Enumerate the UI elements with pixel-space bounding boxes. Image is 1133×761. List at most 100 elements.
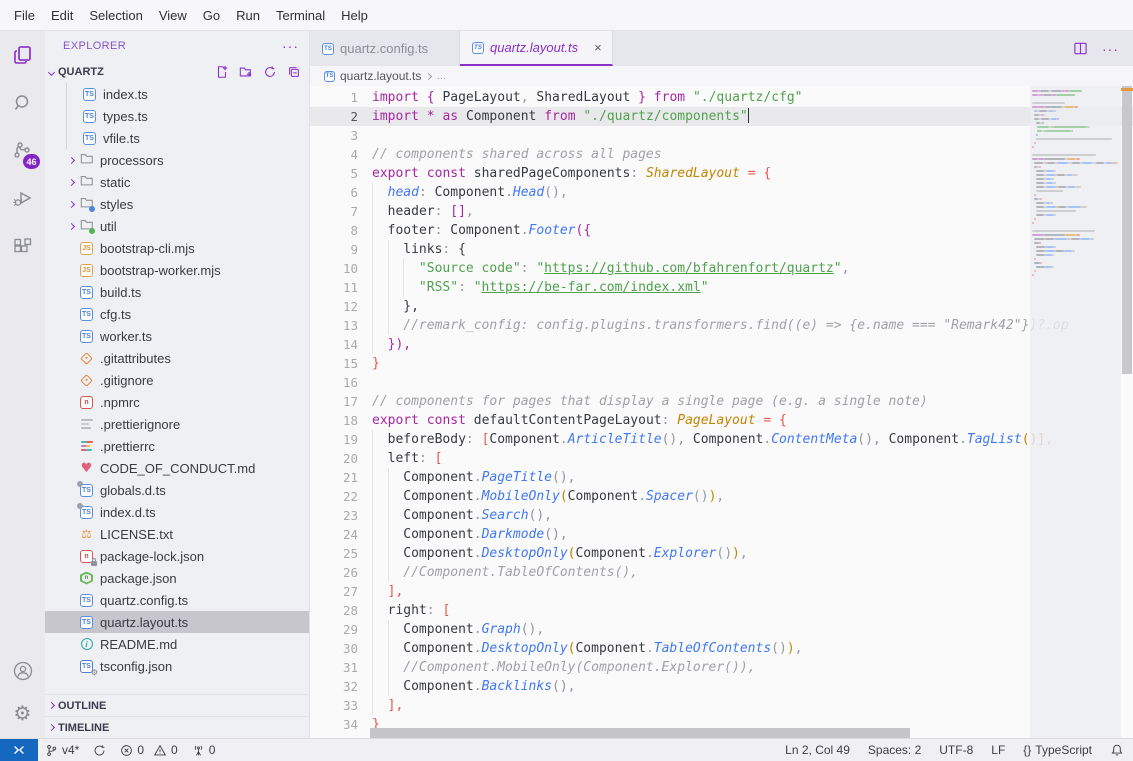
- code-line[interactable]: 5export const sharedPageComponents: Shar…: [310, 164, 1133, 183]
- language-mode[interactable]: {}TypeScript: [1014, 743, 1101, 757]
- tree-item[interactable]: TSvfile.ts: [45, 127, 309, 149]
- code-line[interactable]: 26//Component.TableOfContents(),: [310, 563, 1133, 582]
- code-line[interactable]: 13//remark_config: config.plugins.transf…: [310, 316, 1133, 335]
- cursor-position[interactable]: Ln 2, Col 49: [776, 743, 859, 757]
- tree-item[interactable]: TSworker.ts: [45, 325, 309, 347]
- tree-item[interactable]: n.npmrc: [45, 391, 309, 413]
- indentation[interactable]: Spaces: 2: [859, 743, 930, 757]
- split-editor-icon[interactable]: [1073, 41, 1088, 56]
- menu-item-help[interactable]: Help: [333, 4, 376, 27]
- code-line[interactable]: 32Component.Backlinks(),: [310, 677, 1133, 696]
- editor-more-icon[interactable]: ···: [1102, 41, 1119, 57]
- problems-status[interactable]: 0 0: [113, 739, 184, 761]
- settings-gear-icon[interactable]: ⚙: [0, 692, 45, 734]
- tree-item[interactable]: processors: [45, 149, 309, 171]
- code-line[interactable]: 18export const defaultContentPageLayout:…: [310, 411, 1133, 430]
- eol-sequence[interactable]: LF: [982, 743, 1014, 757]
- tree-item[interactable]: .prettierignore: [45, 413, 309, 435]
- menu-item-edit[interactable]: Edit: [43, 4, 81, 27]
- code-line[interactable]: 2import * as Component from "./quartz/co…: [310, 107, 1133, 126]
- tree-item[interactable]: TSquartz.config.ts: [45, 589, 309, 611]
- code-line[interactable]: 10"Source code": "https://github.com/bfa…: [310, 259, 1133, 278]
- menu-item-terminal[interactable]: Terminal: [268, 4, 333, 27]
- vertical-scrollbar[interactable]: [1121, 86, 1133, 738]
- menu-item-selection[interactable]: Selection: [81, 4, 150, 27]
- notifications-bell-icon[interactable]: [1101, 743, 1133, 757]
- tree-item[interactable]: styles: [45, 193, 309, 215]
- code-line[interactable]: 31//Component.MobileOnly(Component.Explo…: [310, 658, 1133, 677]
- code-line[interactable]: 12},: [310, 297, 1133, 316]
- tree-item[interactable]: util: [45, 215, 309, 237]
- code-line[interactable]: 11"RSS": "https://be-far.com/index.xml": [310, 278, 1133, 297]
- encoding[interactable]: UTF-8: [930, 743, 982, 757]
- sidebar-section-outline[interactable]: OUTLINE: [45, 694, 309, 716]
- new-folder-icon[interactable]: [239, 65, 253, 79]
- sidebar-section-timeline[interactable]: TIMELINE: [45, 716, 309, 738]
- project-section-header[interactable]: QUARTZ: [45, 61, 309, 83]
- close-icon[interactable]: ×: [594, 40, 602, 55]
- code-line[interactable]: 23Component.Search(),: [310, 506, 1133, 525]
- code-line[interactable]: 27],: [310, 582, 1133, 601]
- ports-status[interactable]: 0: [185, 739, 223, 761]
- tree-item[interactable]: TSbuild.ts: [45, 281, 309, 303]
- code-line[interactable]: 7header: [],: [310, 202, 1133, 221]
- account-icon[interactable]: [0, 650, 45, 692]
- tree-item[interactable]: TSquartz.layout.ts: [45, 611, 309, 633]
- code-line[interactable]: 9links: {: [310, 240, 1133, 259]
- code-line[interactable]: 25Component.DesktopOnly(Component.Explor…: [310, 544, 1133, 563]
- code-line[interactable]: 21Component.PageTitle(),: [310, 468, 1133, 487]
- code-line[interactable]: 6head: Component.Head(),: [310, 183, 1133, 202]
- extensions-icon[interactable]: [0, 223, 45, 271]
- code-line[interactable]: 1import { PageLayout, SharedLayout } fro…: [310, 88, 1133, 107]
- source-control-icon[interactable]: 46: [0, 127, 45, 175]
- code-line[interactable]: 24Component.Darkmode(),: [310, 525, 1133, 544]
- search-icon[interactable]: [0, 79, 45, 127]
- collapse-all-icon[interactable]: [287, 65, 301, 79]
- code-line[interactable]: 28right: [: [310, 601, 1133, 620]
- code-line[interactable]: 17// components for pages that display a…: [310, 392, 1133, 411]
- tree-item[interactable]: JSbootstrap-worker.mjs: [45, 259, 309, 281]
- code-line[interactable]: 29Component.Graph(),: [310, 620, 1133, 639]
- menu-item-file[interactable]: File: [6, 4, 43, 27]
- tree-item[interactable]: .prettierrc: [45, 435, 309, 457]
- tab-quartz.layout.ts[interactable]: TSquartz.layout.ts×: [460, 31, 613, 66]
- horizontal-scrollbar[interactable]: [358, 728, 1030, 738]
- tree-item[interactable]: iREADME.md: [45, 633, 309, 655]
- run-debug-icon[interactable]: [0, 175, 45, 223]
- sync-status[interactable]: [86, 739, 113, 761]
- code-line[interactable]: 20left: [: [310, 449, 1133, 468]
- tree-item[interactable]: TSindex.d.ts: [45, 501, 309, 523]
- tree-item[interactable]: ⚖LICENSE.txt: [45, 523, 309, 545]
- breadcrumb-file[interactable]: quartz.layout.ts: [340, 69, 421, 83]
- tree-item[interactable]: TSindex.ts: [45, 83, 309, 105]
- tree-item[interactable]: npackage-lock.json: [45, 545, 309, 567]
- tree-item[interactable]: JSbootstrap-cli.mjs: [45, 237, 309, 259]
- sidebar-more-icon[interactable]: ···: [282, 38, 299, 54]
- code-line[interactable]: 33],: [310, 696, 1133, 715]
- tab-quartz.config.ts[interactable]: TSquartz.config.ts: [310, 31, 460, 66]
- code-line[interactable]: 8footer: Component.Footer({: [310, 221, 1133, 240]
- menu-item-run[interactable]: Run: [228, 4, 268, 27]
- tree-item[interactable]: TScfg.ts: [45, 303, 309, 325]
- code-line[interactable]: 15}: [310, 354, 1133, 373]
- tree-item[interactable]: static: [45, 171, 309, 193]
- code-line[interactable]: 22Component.MobileOnly(Component.Spacer(…: [310, 487, 1133, 506]
- code-editor[interactable]: 1import { PageLayout, SharedLayout } fro…: [310, 86, 1133, 738]
- menu-item-view[interactable]: View: [151, 4, 195, 27]
- explorer-icon[interactable]: [0, 31, 45, 79]
- minimap[interactable]: [1030, 86, 1121, 738]
- tree-item[interactable]: TSglobals.d.ts: [45, 479, 309, 501]
- tree-item[interactable]: .gitignore: [45, 369, 309, 391]
- code-line[interactable]: 30Component.DesktopOnly(Component.TableO…: [310, 639, 1133, 658]
- breadcrumb[interactable]: TS quartz.layout.ts …: [310, 66, 1133, 86]
- remote-indicator[interactable]: [0, 739, 38, 761]
- git-branch-status[interactable]: v4*: [38, 739, 86, 761]
- tree-item[interactable]: .gitattributes: [45, 347, 309, 369]
- tree-item[interactable]: ♥CODE_OF_CONDUCT.md: [45, 457, 309, 479]
- code-line[interactable]: 16: [310, 373, 1133, 392]
- code-line[interactable]: 19beforeBody: [Component.ArticleTitle(),…: [310, 430, 1133, 449]
- tree-item[interactable]: TS⚙tsconfig.json: [45, 655, 309, 677]
- code-line[interactable]: 4// components shared across all pages: [310, 145, 1133, 164]
- code-line[interactable]: 3: [310, 126, 1133, 145]
- code-line[interactable]: 14}),: [310, 335, 1133, 354]
